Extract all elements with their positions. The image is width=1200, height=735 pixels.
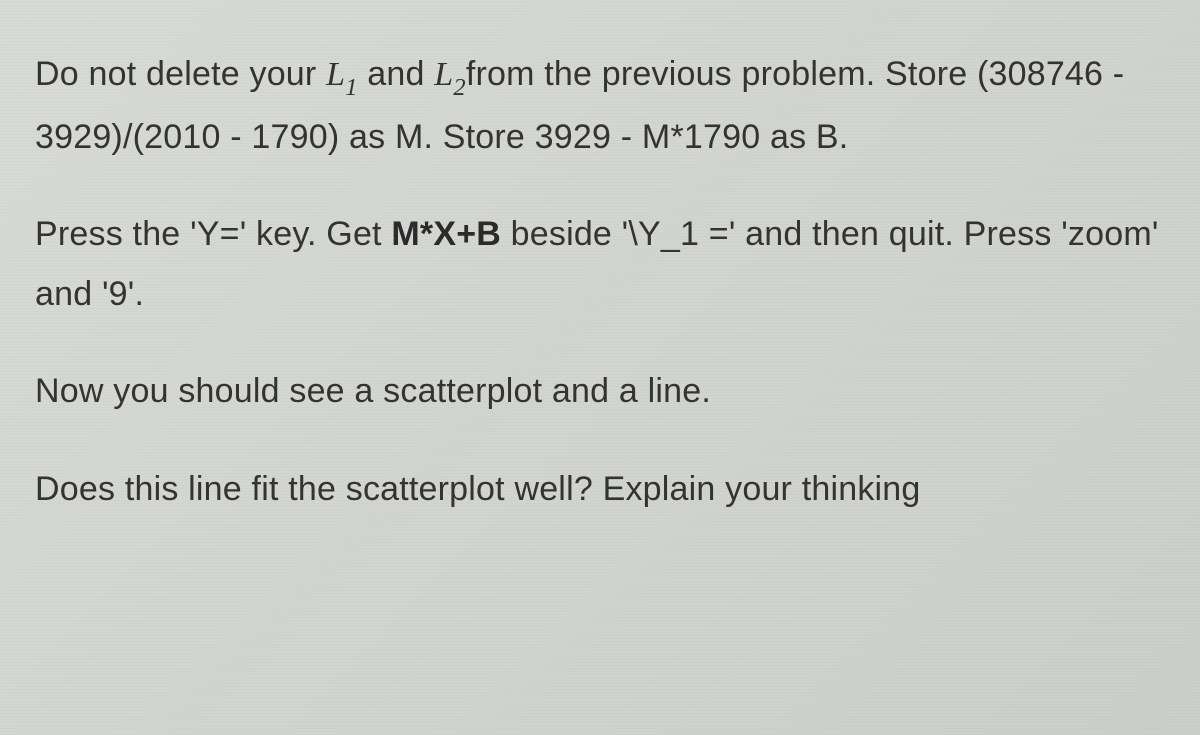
variable-letter: L [434, 56, 453, 93]
variable-L1: L1 [326, 56, 358, 93]
paragraph-2: Press the 'Y=' key. Get M*X+B beside '\Y… [35, 205, 1165, 324]
paragraph-1: Do not delete your L1 and L2from the pre… [35, 45, 1165, 167]
problem-text-container: Do not delete your L1 and L2from the pre… [35, 45, 1165, 519]
paragraph-3: Now you should see a scatterplot and a l… [35, 362, 1165, 422]
paragraph-4: Does this line fit the scatterplot well?… [35, 460, 1165, 520]
text-segment: Do not delete your [35, 55, 326, 93]
variable-L2: L2 [434, 56, 466, 93]
subscript-2: 2 [453, 74, 465, 101]
variable-letter: L [326, 56, 345, 93]
formula-bold: M*X+B [391, 215, 501, 253]
text-segment: and [358, 55, 435, 93]
text-segment: Press the 'Y=' key. Get [35, 215, 391, 253]
subscript-1: 1 [345, 74, 357, 101]
